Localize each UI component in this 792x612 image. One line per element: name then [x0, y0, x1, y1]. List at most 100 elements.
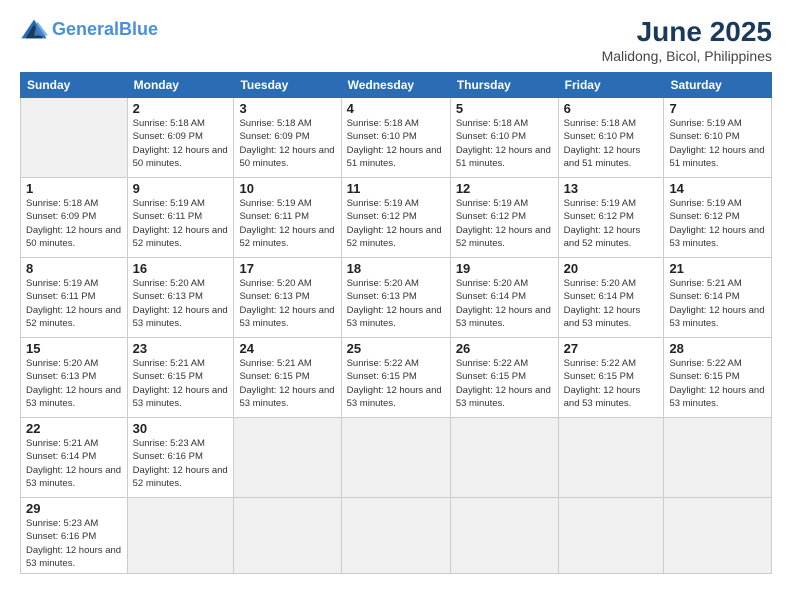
- table-row: 1 Sunrise: 5:18 AM Sunset: 6:09 PM Dayli…: [21, 178, 128, 258]
- day-info: Sunrise: 5:18 AM Sunset: 6:10 PM Dayligh…: [564, 117, 659, 170]
- table-row: 20 Sunrise: 5:20 AM Sunset: 6:14 PM Dayl…: [558, 258, 664, 338]
- table-row: 29 Sunrise: 5:23 AM Sunset: 6:16 PM Dayl…: [21, 498, 128, 574]
- calendar-row: 2 Sunrise: 5:18 AM Sunset: 6:09 PM Dayli…: [21, 98, 772, 178]
- table-row: [21, 98, 128, 178]
- day-info: Sunrise: 5:18 AM Sunset: 6:09 PM Dayligh…: [133, 117, 229, 170]
- calendar-row: 22 Sunrise: 5:21 AM Sunset: 6:14 PM Dayl…: [21, 418, 772, 498]
- day-number: 10: [239, 181, 335, 196]
- day-info: Sunrise: 5:18 AM Sunset: 6:09 PM Dayligh…: [26, 197, 122, 250]
- day-number: 1: [26, 181, 122, 196]
- table-row: 6 Sunrise: 5:18 AM Sunset: 6:10 PM Dayli…: [558, 98, 664, 178]
- day-info: Sunrise: 5:22 AM Sunset: 6:15 PM Dayligh…: [669, 357, 766, 410]
- table-row: 5 Sunrise: 5:18 AM Sunset: 6:10 PM Dayli…: [450, 98, 558, 178]
- day-number: 8: [26, 261, 122, 276]
- table-row: 13 Sunrise: 5:19 AM Sunset: 6:12 PM Dayl…: [558, 178, 664, 258]
- col-thursday: Thursday: [450, 73, 558, 98]
- table-row: 11 Sunrise: 5:19 AM Sunset: 6:12 PM Dayl…: [341, 178, 450, 258]
- page: GeneralBlue June 2025 Malidong, Bicol, P…: [0, 0, 792, 612]
- table-row: 27 Sunrise: 5:22 AM Sunset: 6:15 PM Dayl…: [558, 338, 664, 418]
- day-number: 13: [564, 181, 659, 196]
- day-info: Sunrise: 5:19 AM Sunset: 6:12 PM Dayligh…: [669, 197, 766, 250]
- table-row: 2 Sunrise: 5:18 AM Sunset: 6:09 PM Dayli…: [127, 98, 234, 178]
- day-number: 22: [26, 421, 122, 436]
- day-info: Sunrise: 5:22 AM Sunset: 6:15 PM Dayligh…: [347, 357, 445, 410]
- day-number: 29: [26, 501, 122, 516]
- table-row: [558, 418, 664, 498]
- logo: GeneralBlue: [20, 16, 158, 44]
- day-number: 27: [564, 341, 659, 356]
- day-number: 7: [669, 101, 766, 116]
- day-info: Sunrise: 5:22 AM Sunset: 6:15 PM Dayligh…: [564, 357, 659, 410]
- day-number: 26: [456, 341, 553, 356]
- day-number: 11: [347, 181, 445, 196]
- table-row: 14 Sunrise: 5:19 AM Sunset: 6:12 PM Dayl…: [664, 178, 772, 258]
- day-info: Sunrise: 5:20 AM Sunset: 6:14 PM Dayligh…: [564, 277, 659, 330]
- day-info: Sunrise: 5:19 AM Sunset: 6:12 PM Dayligh…: [564, 197, 659, 250]
- day-info: Sunrise: 5:21 AM Sunset: 6:15 PM Dayligh…: [133, 357, 229, 410]
- day-info: Sunrise: 5:19 AM Sunset: 6:12 PM Dayligh…: [347, 197, 445, 250]
- day-info: Sunrise: 5:19 AM Sunset: 6:11 PM Dayligh…: [133, 197, 229, 250]
- table-row: [341, 498, 450, 574]
- table-row: [450, 418, 558, 498]
- table-row: 19 Sunrise: 5:20 AM Sunset: 6:14 PM Dayl…: [450, 258, 558, 338]
- day-info: Sunrise: 5:18 AM Sunset: 6:10 PM Dayligh…: [456, 117, 553, 170]
- calendar-row: 29 Sunrise: 5:23 AM Sunset: 6:16 PM Dayl…: [21, 498, 772, 574]
- table-row: [127, 498, 234, 574]
- calendar-row: 15 Sunrise: 5:20 AM Sunset: 6:13 PM Dayl…: [21, 338, 772, 418]
- col-friday: Friday: [558, 73, 664, 98]
- day-number: 15: [26, 341, 122, 356]
- day-info: Sunrise: 5:20 AM Sunset: 6:13 PM Dayligh…: [347, 277, 445, 330]
- day-number: 25: [347, 341, 445, 356]
- day-number: 18: [347, 261, 445, 276]
- day-info: Sunrise: 5:19 AM Sunset: 6:11 PM Dayligh…: [26, 277, 122, 330]
- day-info: Sunrise: 5:19 AM Sunset: 6:10 PM Dayligh…: [669, 117, 766, 170]
- day-info: Sunrise: 5:23 AM Sunset: 6:16 PM Dayligh…: [26, 517, 122, 570]
- day-number: 19: [456, 261, 553, 276]
- day-info: Sunrise: 5:21 AM Sunset: 6:14 PM Dayligh…: [669, 277, 766, 330]
- day-number: 9: [133, 181, 229, 196]
- day-number: 30: [133, 421, 229, 436]
- day-number: 17: [239, 261, 335, 276]
- table-row: [664, 498, 772, 574]
- table-row: 26 Sunrise: 5:22 AM Sunset: 6:15 PM Dayl…: [450, 338, 558, 418]
- day-number: 2: [133, 101, 229, 116]
- day-number: 4: [347, 101, 445, 116]
- day-info: Sunrise: 5:19 AM Sunset: 6:11 PM Dayligh…: [239, 197, 335, 250]
- day-info: Sunrise: 5:23 AM Sunset: 6:16 PM Dayligh…: [133, 437, 229, 490]
- table-row: 30 Sunrise: 5:23 AM Sunset: 6:16 PM Dayl…: [127, 418, 234, 498]
- month-year: June 2025: [602, 16, 772, 48]
- table-row: [341, 418, 450, 498]
- table-row: 3 Sunrise: 5:18 AM Sunset: 6:09 PM Dayli…: [234, 98, 341, 178]
- day-number: 16: [133, 261, 229, 276]
- table-row: 16 Sunrise: 5:20 AM Sunset: 6:13 PM Dayl…: [127, 258, 234, 338]
- table-row: 24 Sunrise: 5:21 AM Sunset: 6:15 PM Dayl…: [234, 338, 341, 418]
- day-number: 14: [669, 181, 766, 196]
- logo-text: GeneralBlue: [52, 20, 158, 40]
- table-row: 4 Sunrise: 5:18 AM Sunset: 6:10 PM Dayli…: [341, 98, 450, 178]
- day-number: 5: [456, 101, 553, 116]
- logo-icon: [20, 16, 48, 44]
- table-row: [234, 498, 341, 574]
- table-row: 7 Sunrise: 5:19 AM Sunset: 6:10 PM Dayli…: [664, 98, 772, 178]
- day-info: Sunrise: 5:20 AM Sunset: 6:14 PM Dayligh…: [456, 277, 553, 330]
- col-wednesday: Wednesday: [341, 73, 450, 98]
- col-tuesday: Tuesday: [234, 73, 341, 98]
- table-row: 18 Sunrise: 5:20 AM Sunset: 6:13 PM Dayl…: [341, 258, 450, 338]
- day-number: 20: [564, 261, 659, 276]
- day-number: 3: [239, 101, 335, 116]
- table-row: 28 Sunrise: 5:22 AM Sunset: 6:15 PM Dayl…: [664, 338, 772, 418]
- calendar-row: 1 Sunrise: 5:18 AM Sunset: 6:09 PM Dayli…: [21, 178, 772, 258]
- table-row: [234, 418, 341, 498]
- table-row: 15 Sunrise: 5:20 AM Sunset: 6:13 PM Dayl…: [21, 338, 128, 418]
- day-info: Sunrise: 5:21 AM Sunset: 6:15 PM Dayligh…: [239, 357, 335, 410]
- day-info: Sunrise: 5:20 AM Sunset: 6:13 PM Dayligh…: [239, 277, 335, 330]
- col-saturday: Saturday: [664, 73, 772, 98]
- table-row: 17 Sunrise: 5:20 AM Sunset: 6:13 PM Dayl…: [234, 258, 341, 338]
- col-sunday: Sunday: [21, 73, 128, 98]
- table-row: 25 Sunrise: 5:22 AM Sunset: 6:15 PM Dayl…: [341, 338, 450, 418]
- day-info: Sunrise: 5:20 AM Sunset: 6:13 PM Dayligh…: [133, 277, 229, 330]
- col-monday: Monday: [127, 73, 234, 98]
- day-number: 28: [669, 341, 766, 356]
- day-info: Sunrise: 5:21 AM Sunset: 6:14 PM Dayligh…: [26, 437, 122, 490]
- day-info: Sunrise: 5:18 AM Sunset: 6:09 PM Dayligh…: [239, 117, 335, 170]
